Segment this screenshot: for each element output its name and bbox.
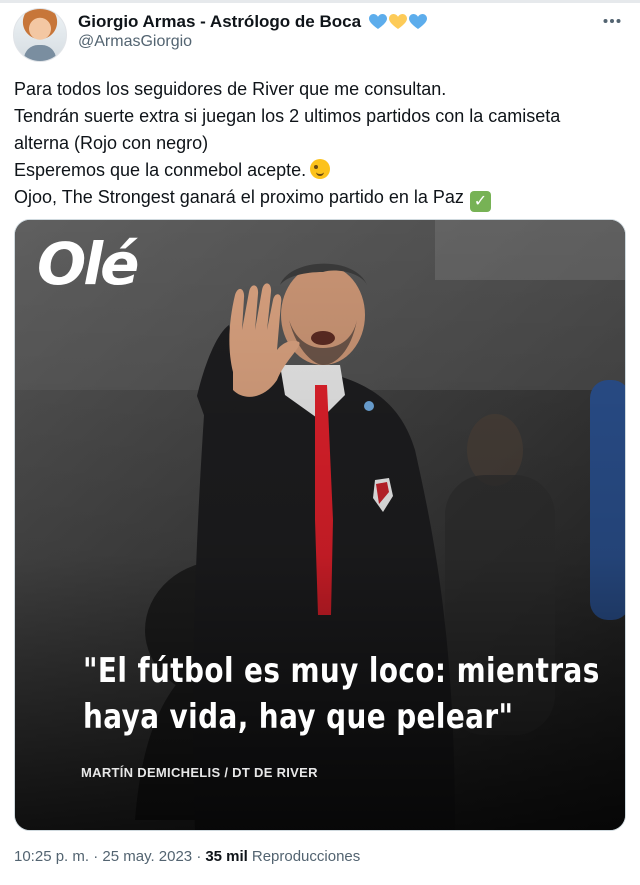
tweet-meta: 10:25 p. m. · 25 may. 2023 · 35 mil Repr…: [14, 848, 360, 865]
tweet-timestamp[interactable]: 10:25 p. m. · 25 may. 2023 ·: [14, 848, 201, 865]
author-display-name[interactable]: Giorgio Armas - Astrólogo de Boca: [78, 12, 361, 32]
blue-heart-icon: [409, 14, 428, 29]
winking-face-icon: [310, 159, 331, 179]
author-handle[interactable]: @ArmasGiorgio: [78, 33, 192, 51]
tweet-line: alterna (Rojo con negro): [14, 133, 209, 153]
media-quote-line: "El fútbol es muy loco: mientras: [83, 651, 600, 691]
tweet-line: Para todos los seguidores de River que m…: [14, 79, 447, 99]
tweet-media-image[interactable]: Olé "El fútbol es muy loco: mientras hay…: [14, 219, 626, 831]
tweet-line: Esperemos que la conmebol acepte.: [14, 157, 624, 184]
avatar[interactable]: [13, 8, 67, 62]
blue-heart-icon: [369, 14, 388, 29]
media-quote-line: haya vida, hay que pelear": [83, 697, 514, 737]
tweet-line-text: Ojoo, The Strongest ganará el proximo pa…: [14, 187, 464, 207]
more-options-icon[interactable]: [603, 8, 621, 29]
views-count: 35 mil: [205, 848, 248, 865]
author-name-row: Giorgio Armas - Astrólogo de Boca: [78, 10, 428, 34]
top-divider: [0, 0, 640, 3]
tweet-line-text: Esperemos que la conmebol acepte.: [14, 160, 307, 180]
media-credit: MARTÍN DEMICHELIS / DT DE RIVER: [81, 765, 318, 780]
avatar-shirt: [24, 45, 56, 61]
tweet-line: Ojoo, The Strongest ganará el proximo pa…: [14, 184, 624, 212]
tweet-line: Tendrán suerte extra si juegan los 2 ult…: [14, 106, 561, 126]
views-label: Reproducciones: [251, 848, 361, 865]
ole-logo: Olé: [37, 230, 140, 298]
check-mark-icon: ✓: [469, 191, 491, 212]
yellow-heart-icon: [389, 14, 408, 29]
media-quote: "El fútbol es muy loco: mientras haya vi…: [83, 648, 600, 740]
name-emojis: [369, 14, 428, 30]
tweet-text: Para todos los seguidores de River que m…: [14, 76, 624, 212]
